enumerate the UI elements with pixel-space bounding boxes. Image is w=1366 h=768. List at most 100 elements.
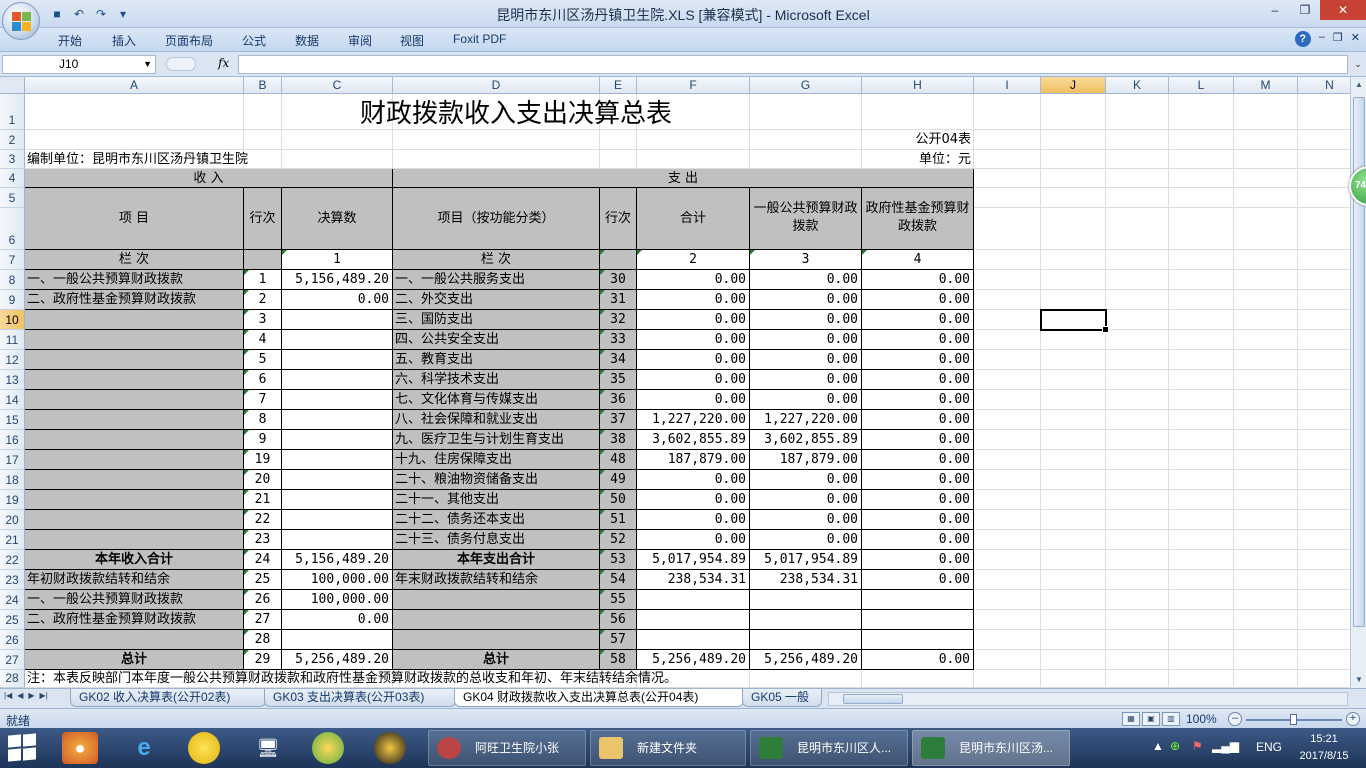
row-header-3[interactable]: 3 — [0, 150, 25, 169]
income-line-number[interactable]: 27 — [244, 610, 282, 630]
amount-header[interactable]: 决算数 — [282, 188, 393, 250]
income-item[interactable] — [25, 330, 244, 350]
zoom-out-icon[interactable]: – — [1228, 712, 1242, 726]
income-header[interactable]: 收 入 — [25, 169, 393, 188]
expense-fund[interactable]: 0.00 — [862, 650, 974, 670]
income-amount[interactable]: 5,156,489.20 — [282, 270, 393, 290]
expense-general[interactable]: 0.00 — [750, 470, 862, 490]
column-header-i[interactable]: I — [974, 77, 1041, 94]
expense-line-number[interactable]: 32 — [600, 310, 637, 330]
form-number[interactable]: 公开04表 — [862, 130, 974, 150]
expense-total[interactable]: 238,534.31 — [637, 570, 750, 590]
column-header-k[interactable]: K — [1106, 77, 1169, 94]
expense-total[interactable] — [637, 610, 750, 630]
income-amount[interactable] — [282, 510, 393, 530]
income-line-number[interactable]: 20 — [244, 470, 282, 490]
row-header-5[interactable]: 5 — [0, 188, 25, 208]
row-header-22[interactable]: 22 — [0, 550, 25, 570]
expense-general[interactable]: 0.00 — [750, 370, 862, 390]
income-line-number[interactable]: 3 — [244, 310, 282, 330]
expense-line-number[interactable]: 52 — [600, 530, 637, 550]
expense-total[interactable]: 0.00 — [637, 350, 750, 370]
income-item[interactable]: 年初财政拨款结转和结余 — [25, 570, 244, 590]
income-item[interactable]: 二、政府性基金预算财政拨款 — [25, 290, 244, 310]
fund-budget-header[interactable]: 政府性基金预算财政拨款 — [862, 188, 974, 250]
expense-item[interactable] — [393, 610, 600, 630]
expense-general[interactable]: 0.00 — [750, 270, 862, 290]
expense-item[interactable]: 总计 — [393, 650, 600, 670]
expense-total[interactable]: 1,227,220.00 — [637, 410, 750, 430]
income-amount[interactable] — [282, 410, 393, 430]
expense-fund[interactable]: 0.00 — [862, 550, 974, 570]
expense-item[interactable]: 二、外交支出 — [393, 290, 600, 310]
row-header-25[interactable]: 25 — [0, 610, 25, 630]
network-icon[interactable]: ⚑ — [1192, 739, 1203, 753]
row-header-12[interactable]: 12 — [0, 350, 25, 370]
column-label[interactable]: 栏 次 — [393, 250, 600, 270]
tab-review[interactable]: 审阅 — [348, 32, 372, 49]
expand-formula-bar-icon[interactable]: ⌄ — [1352, 56, 1364, 73]
expense-line-number[interactable]: 55 — [600, 590, 637, 610]
income-amount[interactable]: 0.00 — [282, 290, 393, 310]
row-header-13[interactable]: 13 — [0, 370, 25, 390]
expense-item[interactable]: 二十三、债务付息支出 — [393, 530, 600, 550]
expense-fund[interactable]: 0.00 — [862, 310, 974, 330]
income-amount[interactable] — [282, 370, 393, 390]
income-item[interactable] — [25, 390, 244, 410]
row-header-26[interactable]: 26 — [0, 630, 25, 650]
sheet-tab-gk04[interactable]: GK04 财政拨款收入支出决算总表(公开04表) — [454, 689, 744, 707]
expense-general[interactable]: 238,534.31 — [750, 570, 862, 590]
column-header-c[interactable]: C — [282, 77, 393, 94]
income-amount[interactable] — [282, 390, 393, 410]
expense-fund[interactable]: 0.00 — [862, 470, 974, 490]
row-header-20[interactable]: 20 — [0, 510, 25, 530]
taskbar-app-chat[interactable]: 阿旺卫生院小张 — [428, 730, 586, 766]
expense-line-number[interactable]: 58 — [600, 650, 637, 670]
line-number-header[interactable]: 行次 — [600, 188, 637, 250]
taskbar-app-folder[interactable]: 新建文件夹 — [590, 730, 746, 766]
horizontal-scrollbar[interactable] — [828, 692, 1348, 706]
expense-item[interactable]: 四、公共安全支出 — [393, 330, 600, 350]
expense-line-number[interactable]: 37 — [600, 410, 637, 430]
income-amount[interactable] — [282, 430, 393, 450]
income-amount[interactable]: 0.00 — [282, 610, 393, 630]
income-item[interactable]: 总计 — [25, 650, 244, 670]
expense-line-number[interactable]: 51 — [600, 510, 637, 530]
expense-item[interactable]: 八、社会保障和就业支出 — [393, 410, 600, 430]
expense-fund[interactable]: 0.00 — [862, 510, 974, 530]
expense-total[interactable]: 0.00 — [637, 530, 750, 550]
expense-fund[interactable]: 0.00 — [862, 370, 974, 390]
expense-general[interactable]: 0.00 — [750, 290, 862, 310]
expense-line-number[interactable]: 53 — [600, 550, 637, 570]
expense-line-number[interactable]: 35 — [600, 370, 637, 390]
row-header-1[interactable]: 1 — [0, 94, 25, 130]
row-header-27[interactable]: 27 — [0, 650, 25, 670]
expense-line-number[interactable]: 48 — [600, 450, 637, 470]
expense-general[interactable]: 0.00 — [750, 390, 862, 410]
row-header-28[interactable]: 28 — [0, 670, 25, 688]
expense-general[interactable]: 0.00 — [750, 310, 862, 330]
line-number-header[interactable]: 行次 — [244, 188, 282, 250]
expense-item[interactable]: 五、教育支出 — [393, 350, 600, 370]
ribbon-restore-icon[interactable]: ❐ — [1333, 31, 1343, 47]
expense-item[interactable]: 年末财政拨款结转和结余 — [393, 570, 600, 590]
expense-item[interactable]: 本年支出合计 — [393, 550, 600, 570]
workbook-close-icon[interactable]: ✕ — [1351, 31, 1360, 47]
income-line-number[interactable]: 25 — [244, 570, 282, 590]
income-item[interactable] — [25, 310, 244, 330]
tab-data[interactable]: 数据 — [295, 32, 319, 49]
zoom-level[interactable]: 100% — [1186, 712, 1217, 726]
expense-line-number[interactable]: 54 — [600, 570, 637, 590]
input-language[interactable]: ENG — [1256, 740, 1282, 754]
expense-general[interactable]: 5,017,954.89 — [750, 550, 862, 570]
ribbon-minimize-icon[interactable]: – — [1319, 31, 1325, 47]
active-cell-cursor[interactable] — [1040, 309, 1109, 333]
column-header-m[interactable]: M — [1234, 77, 1298, 94]
income-item[interactable] — [25, 410, 244, 430]
expense-general[interactable] — [750, 610, 862, 630]
office-button[interactable] — [2, 2, 40, 40]
expense-fund[interactable]: 0.00 — [862, 390, 974, 410]
scroll-up-icon[interactable]: ▲ — [1351, 77, 1366, 93]
expense-general[interactable]: 0.00 — [750, 350, 862, 370]
tab-page-layout[interactable]: 页面布局 — [165, 32, 213, 49]
